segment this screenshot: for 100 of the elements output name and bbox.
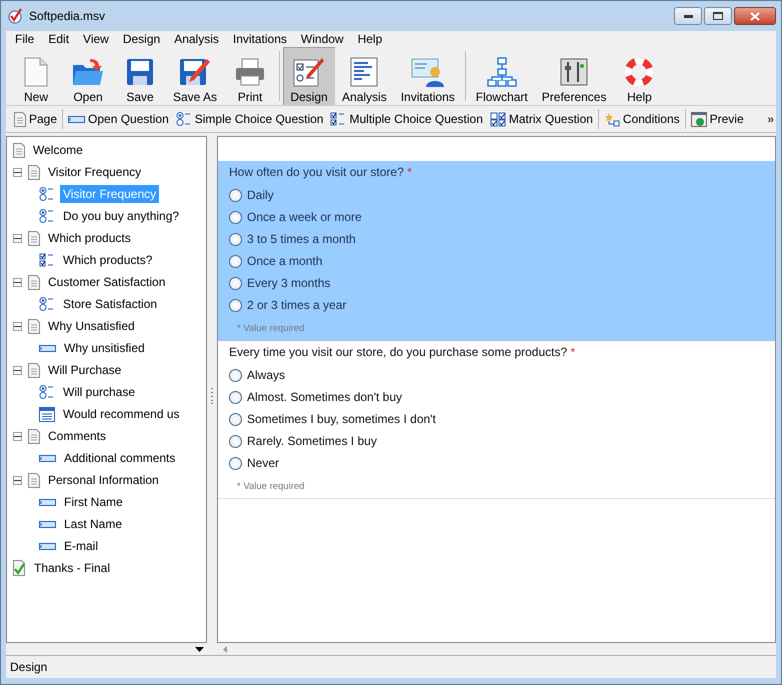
insert-button[interactable]: Open Question [66, 112, 171, 126]
tree-item[interactable]: Will Purchase [45, 361, 124, 379]
menu-item[interactable]: Edit [41, 32, 76, 46]
tree-item[interactable]: Why Unsatisfied [45, 317, 138, 335]
menu-item[interactable]: View [76, 32, 116, 46]
collapse-toggle[interactable] [13, 322, 22, 330]
page-icon [28, 230, 40, 246]
collapse-toggle[interactable] [13, 432, 22, 440]
maximize-icon [713, 12, 723, 20]
question-text: How often do you visit our store? [229, 165, 404, 179]
option-label: Every 3 months [247, 276, 330, 290]
globe-window-icon [690, 112, 707, 126]
tree-item[interactable]: Customer Satisfaction [45, 273, 168, 291]
text-area-icon [39, 406, 55, 422]
toolbar-button[interactable]: Save [114, 47, 166, 105]
tree-item[interactable]: Comments [45, 427, 110, 445]
bar-report-icon [350, 57, 378, 87]
tree-item[interactable]: Do you buy anything? [60, 207, 182, 225]
menu-item[interactable]: File [8, 32, 42, 46]
radio-button[interactable] [229, 188, 242, 202]
radio-button[interactable] [229, 412, 242, 426]
radio-button[interactable] [229, 232, 242, 246]
collapse-toggle[interactable] [13, 168, 22, 176]
tree-item[interactable]: E-mail [61, 537, 102, 555]
question-block[interactable]: Every time you visit our store, do you purchase some products? * Always Almost. Sometimes don't buy Sometimes I buy, sometimes I don't Rarely. Sometimes I buy Never * Value required [218, 341, 775, 499]
radio-list-icon [39, 187, 55, 201]
menu-item[interactable]: Analysis [167, 32, 226, 46]
option-label: Once a week or more [247, 210, 362, 224]
insert-button[interactable]: Multiple Choice Question [328, 112, 485, 126]
page-icon [28, 274, 40, 290]
menu-item[interactable]: Design [116, 32, 168, 46]
close-button[interactable] [734, 7, 776, 25]
text-field-icon [39, 520, 56, 528]
question-block[interactable]: How often do you visit our store? * Daily Once a week or more 3 to 5 times a month Once a month Every 3 months 2 or 3 times a year * Value required [218, 161, 775, 341]
tree-item[interactable]: Personal Information [45, 471, 162, 489]
tree-item[interactable]: Which products [45, 229, 134, 247]
lifebuoy-icon [624, 57, 654, 87]
collapse-toggle[interactable] [13, 476, 22, 484]
tree-item[interactable]: Last Name [61, 515, 126, 533]
toolbar-button[interactable]: Print [224, 47, 276, 105]
tree-item[interactable]: Welcome [30, 141, 86, 159]
collapse-toggle[interactable] [13, 366, 22, 374]
menu-item[interactable]: Invitations [226, 32, 294, 46]
radio-button[interactable] [229, 434, 242, 448]
radio-button[interactable] [229, 390, 242, 404]
overflow-chevron[interactable]: » [767, 112, 776, 126]
option-label: 2 or 3 times a year [247, 298, 346, 312]
maximize-button[interactable] [704, 7, 732, 25]
toolbar-button[interactable]: New [10, 47, 62, 105]
insert-button[interactable]: Previe [688, 112, 746, 126]
window-title: Softpedia.msv [29, 9, 106, 23]
radio-button[interactable] [229, 210, 242, 224]
toolbar-button[interactable]: Flowchart [468, 47, 535, 105]
radio-button[interactable] [229, 276, 242, 290]
tree-item[interactable]: Why unsitisfied [61, 339, 148, 357]
radio-button[interactable] [229, 298, 242, 312]
blank-page-icon [24, 57, 48, 87]
page-icon [28, 362, 40, 378]
collapse-toggle[interactable] [13, 234, 22, 242]
radio-button[interactable] [229, 254, 242, 268]
toolbar-button[interactable]: Design [283, 47, 336, 105]
page-icon [14, 112, 26, 126]
radio-button[interactable] [229, 368, 242, 382]
toolbar-button[interactable]: Help [613, 47, 666, 105]
dropdown-arrow-icon[interactable] [195, 646, 204, 652]
option-label: Never [247, 456, 280, 470]
tree-item[interactable]: Store Satisfaction [60, 295, 160, 313]
insert-button[interactable]: Simple Choice Question [174, 112, 326, 126]
toolbar-button[interactable]: Analysis [335, 47, 394, 105]
question-text: Every time you visit our store, do you purchase some products? [229, 345, 568, 359]
menu-item[interactable]: Help [350, 32, 390, 46]
minimize-button[interactable] [674, 7, 702, 25]
tree-item[interactable]: Which products? [60, 251, 156, 269]
option-label: Almost. Sometimes don't buy [247, 390, 402, 404]
insert-button[interactable]: Page [12, 112, 60, 126]
tree-item[interactable]: First Name [61, 493, 126, 511]
checkmark-app-icon [7, 8, 23, 24]
required-note: * Value required [236, 322, 306, 334]
menu-item[interactable]: Window [294, 32, 351, 46]
page-icon [28, 318, 40, 334]
tree-item[interactable]: Would recommend us [60, 405, 182, 423]
radio-button[interactable] [229, 456, 242, 470]
minimize-icon [684, 14, 692, 18]
collapse-toggle[interactable] [13, 278, 22, 286]
insert-button[interactable]: Conditions [602, 112, 682, 126]
toolbar-button[interactable]: Open [62, 47, 114, 105]
checkbox-list-icon [330, 112, 346, 126]
close-icon [750, 12, 760, 20]
tree-item[interactable]: Visitor Frequency [45, 163, 144, 181]
tree-item[interactable]: Will purchase [60, 383, 138, 401]
radio-list-icon [176, 112, 192, 126]
insert-button[interactable]: Matrix Question [488, 112, 595, 126]
toolbar-button[interactable]: Save As [166, 47, 224, 105]
page-icon [28, 164, 40, 180]
tree-item[interactable]: Additional comments [61, 449, 178, 467]
toolbar-button[interactable]: Preferences [534, 47, 614, 105]
tree-item[interactable]: Thanks - Final [31, 559, 114, 577]
option-label: Always [247, 368, 286, 382]
option-label: Daily [247, 188, 274, 202]
toolbar-button[interactable]: Invitations [394, 47, 462, 105]
